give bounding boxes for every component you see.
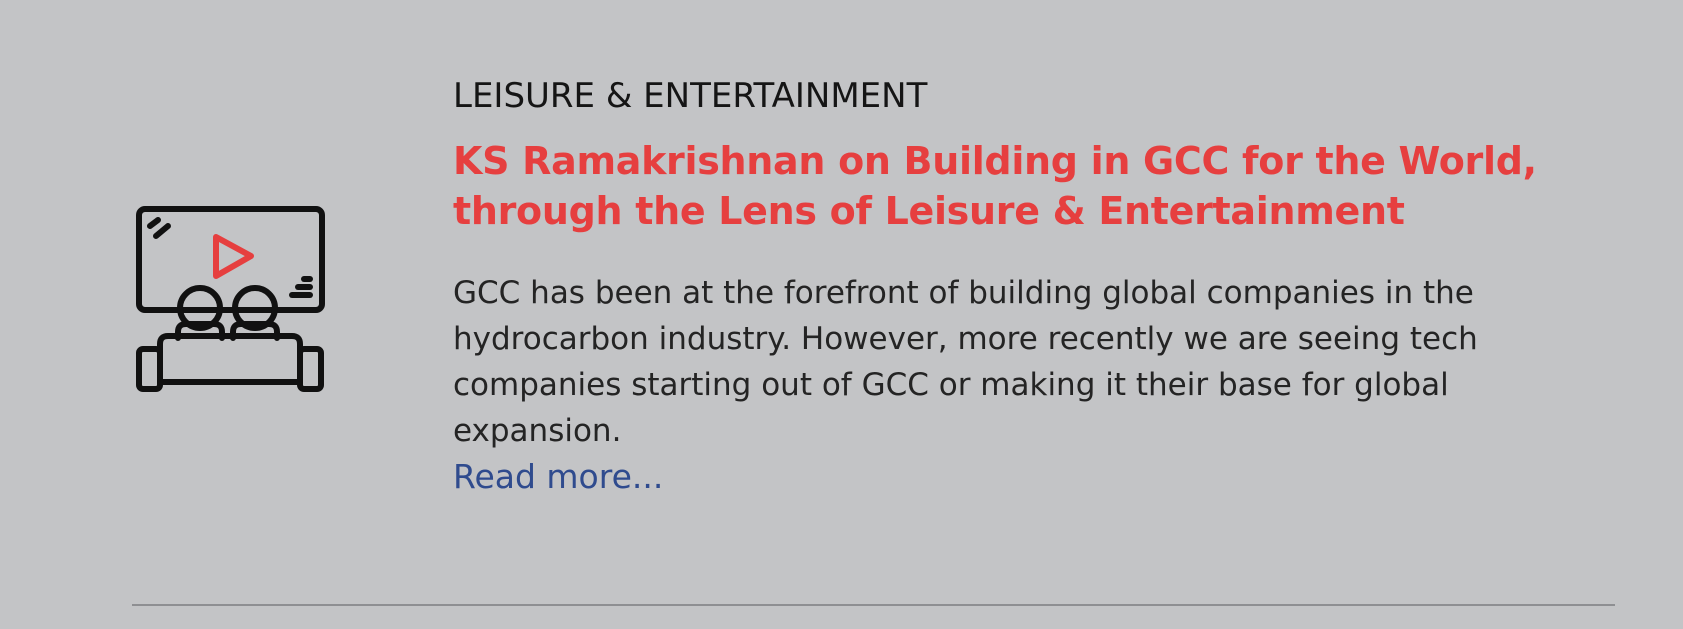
cinema-couch-icon-svg	[136, 206, 325, 392]
article-content: LEISURE & ENTERTAINMENT KS Ramakrishnan …	[453, 72, 1613, 500]
article-card: LEISURE & ENTERTAINMENT KS Ramakrishnan …	[0, 0, 1683, 629]
divider	[132, 604, 1615, 606]
article-title[interactable]: KS Ramakrishnan on Building in GCC for t…	[453, 136, 1633, 236]
read-more-link[interactable]: Read more...	[453, 454, 663, 500]
cinema-couch-icon	[134, 204, 326, 396]
article-summary: GCC has been at the forefront of buildin…	[453, 275, 1478, 449]
article-category: LEISURE & ENTERTAINMENT	[453, 76, 928, 116]
